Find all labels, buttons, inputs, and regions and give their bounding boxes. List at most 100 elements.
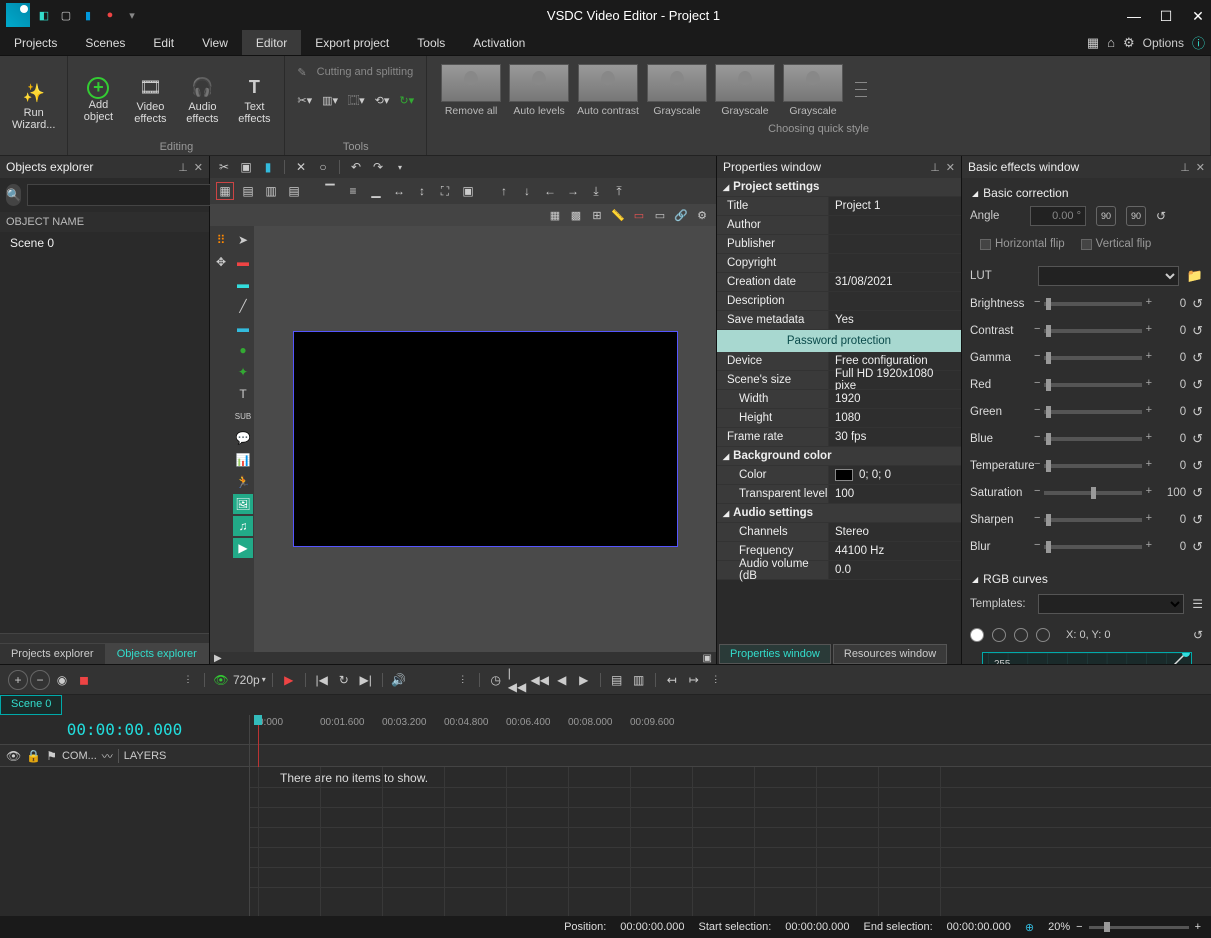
slider-reset-icon[interactable]: ↺ [1192, 458, 1203, 474]
move-icon[interactable]: ✥ [211, 252, 231, 272]
cut-tool-icon[interactable]: ✂▾ [297, 94, 312, 107]
prop-row[interactable]: Publisher [717, 235, 961, 254]
align-b-icon[interactable]: ▁ [367, 182, 385, 200]
split-tool-icon[interactable]: ▥▾ [322, 94, 338, 107]
eye-column-icon[interactable]: 👁 [6, 749, 21, 763]
prop-row[interactable]: Creation date31/08/2021 [717, 273, 961, 292]
menu-projects[interactable]: Projects [0, 30, 71, 55]
slider-track[interactable]: −+ [1044, 356, 1142, 360]
rgb-circle-red[interactable] [992, 628, 1006, 642]
slider-track[interactable]: −+ [1044, 383, 1142, 387]
guide2-icon[interactable]: ▭ [652, 207, 668, 223]
prev-frame-icon[interactable]: |◀ [312, 670, 332, 690]
lut-folder-icon[interactable]: 📁 [1187, 268, 1203, 284]
circle-icon[interactable]: ○ [315, 159, 331, 175]
prop-value[interactable]: 100 [829, 485, 961, 503]
prop-row[interactable]: Height1080 [717, 409, 961, 428]
lut-select[interactable] [1038, 266, 1179, 286]
gear-icon[interactable]: ⚙ [1123, 35, 1135, 51]
style-remove-all[interactable]: Remove all [441, 64, 501, 117]
fit-zoom-icon[interactable]: ⊕ [1025, 921, 1034, 934]
send-back-icon[interactable]: ⤓ [587, 182, 605, 200]
misc3-icon[interactable]: ↤ [662, 670, 682, 690]
settings-gear-icon[interactable]: ⚙ [694, 207, 710, 223]
line-icon[interactable]: ╱ [233, 296, 253, 316]
misc1-icon[interactable]: ▤ [607, 670, 627, 690]
slider-track[interactable]: −+ [1044, 329, 1142, 333]
timeline-play-icon[interactable]: ▶ [214, 653, 222, 664]
fill-icon[interactable]: ▣ [459, 182, 477, 200]
audio-settings-group[interactable]: ◢Audio settings [717, 504, 961, 523]
slider-track[interactable]: −+ [1044, 464, 1142, 468]
snap-2-icon[interactable]: ▩ [568, 207, 584, 223]
preview-canvas[interactable] [293, 331, 678, 547]
prop-value[interactable]: Full HD 1920x1080 pixe [829, 371, 961, 389]
align-l-icon[interactable]: ▤ [239, 182, 257, 200]
slider-track[interactable]: −+ [1044, 491, 1142, 495]
prop-row[interactable]: Copyright [717, 254, 961, 273]
misc2-icon[interactable]: ▥ [629, 670, 649, 690]
step-fwd-icon[interactable]: ▶ [574, 670, 594, 690]
flag-column-icon[interactable]: ⚑ [46, 749, 57, 763]
slider-track[interactable]: −+ [1044, 518, 1142, 522]
menu-view[interactable]: View [188, 30, 242, 55]
rotate-90-ccw-button[interactable]: 90 [1096, 206, 1116, 226]
snap-1-icon[interactable]: ▦ [547, 207, 563, 223]
qat-record-icon[interactable]: ● [102, 7, 118, 23]
rect-cyan-icon[interactable]: ▬ [233, 274, 253, 294]
dist-v-icon[interactable]: ↕ [413, 182, 431, 200]
misc4-icon[interactable]: ↦ [684, 670, 704, 690]
pointer-icon[interactable]: ➤ [233, 230, 253, 250]
prop-row[interactable]: Color0; 0; 0 [717, 466, 961, 485]
style-grayscale-2[interactable]: Grayscale [715, 64, 775, 117]
menu-tools[interactable]: Tools [403, 30, 459, 55]
angle-input[interactable] [1030, 206, 1086, 226]
menu-export[interactable]: Export project [301, 30, 403, 55]
rotate-90-cw-button[interactable]: 90 [1126, 206, 1146, 226]
grid-icon[interactable]: ⊞ [589, 207, 605, 223]
tab-properties-window[interactable]: Properties window [719, 644, 831, 664]
background-color-group[interactable]: ◢Background color [717, 447, 961, 466]
step-back-icon[interactable]: ◀ [552, 670, 572, 690]
slider-reset-icon[interactable]: ↺ [1192, 512, 1203, 528]
marker1-icon[interactable]: ◉ [52, 670, 72, 690]
pin-icon[interactable]: ⊥ [930, 161, 940, 174]
prop-value[interactable] [829, 216, 961, 234]
pin-icon[interactable]: ⊥ [1180, 161, 1190, 174]
tab-projects-explorer[interactable]: Projects explorer [0, 644, 105, 664]
prop-row[interactable]: Save metadataYes [717, 311, 961, 330]
maximize-button[interactable]: ☐ [1159, 8, 1173, 22]
search-button[interactable]: 🔍 [6, 184, 21, 206]
prop-row[interactable]: ChannelsStereo [717, 523, 961, 542]
remove-circle-icon[interactable]: − [30, 670, 50, 690]
timeline-ruler[interactable]: 0:00000:01.60000:03.20000:04.80000:06.40… [250, 715, 1211, 744]
menu-editor[interactable]: Editor [242, 30, 301, 55]
style-grayscale-1[interactable]: Grayscale [647, 64, 707, 117]
scene-tab[interactable]: Scene 0 [0, 695, 62, 715]
tab-resources-window[interactable]: Resources window [833, 644, 947, 664]
marker2-icon[interactable]: ◼ [74, 670, 94, 690]
rect-red-icon[interactable]: ▬ [233, 252, 253, 272]
prop-row[interactable]: Audio volume (dB0.0 [717, 561, 961, 580]
next-frame-icon[interactable]: ▶| [356, 670, 376, 690]
palette-icon[interactable]: ⠿ [211, 230, 231, 250]
text-effects-button[interactable]: T Text effects [230, 60, 278, 139]
prop-value[interactable]: Stereo [829, 523, 961, 541]
prop-row[interactable]: Author [717, 216, 961, 235]
prop-value[interactable]: 44100 Hz [829, 542, 961, 560]
arrow-right-icon[interactable]: → [564, 182, 582, 200]
loop-tool-icon[interactable]: ↻▾ [399, 94, 414, 107]
chevron-down-icon[interactable]: ⋮ [706, 670, 726, 690]
menu-activation[interactable]: Activation [459, 30, 539, 55]
slider-reset-icon[interactable]: ↺ [1192, 485, 1203, 501]
resolution-label[interactable]: 720p [233, 673, 260, 687]
undo-icon[interactable]: ↶ [348, 159, 364, 175]
slider-reset-icon[interactable]: ↺ [1192, 377, 1203, 393]
clock-icon[interactable]: ◷ [486, 670, 506, 690]
prop-value[interactable]: 31/08/2021 [829, 273, 961, 291]
prop-value[interactable]: 1080 [829, 409, 961, 427]
prop-value[interactable] [829, 235, 961, 253]
paste-icon[interactable]: ▮ [260, 159, 276, 175]
tab-objects-explorer[interactable]: Objects explorer [105, 644, 210, 664]
add-circle-icon[interactable]: + [8, 670, 28, 690]
